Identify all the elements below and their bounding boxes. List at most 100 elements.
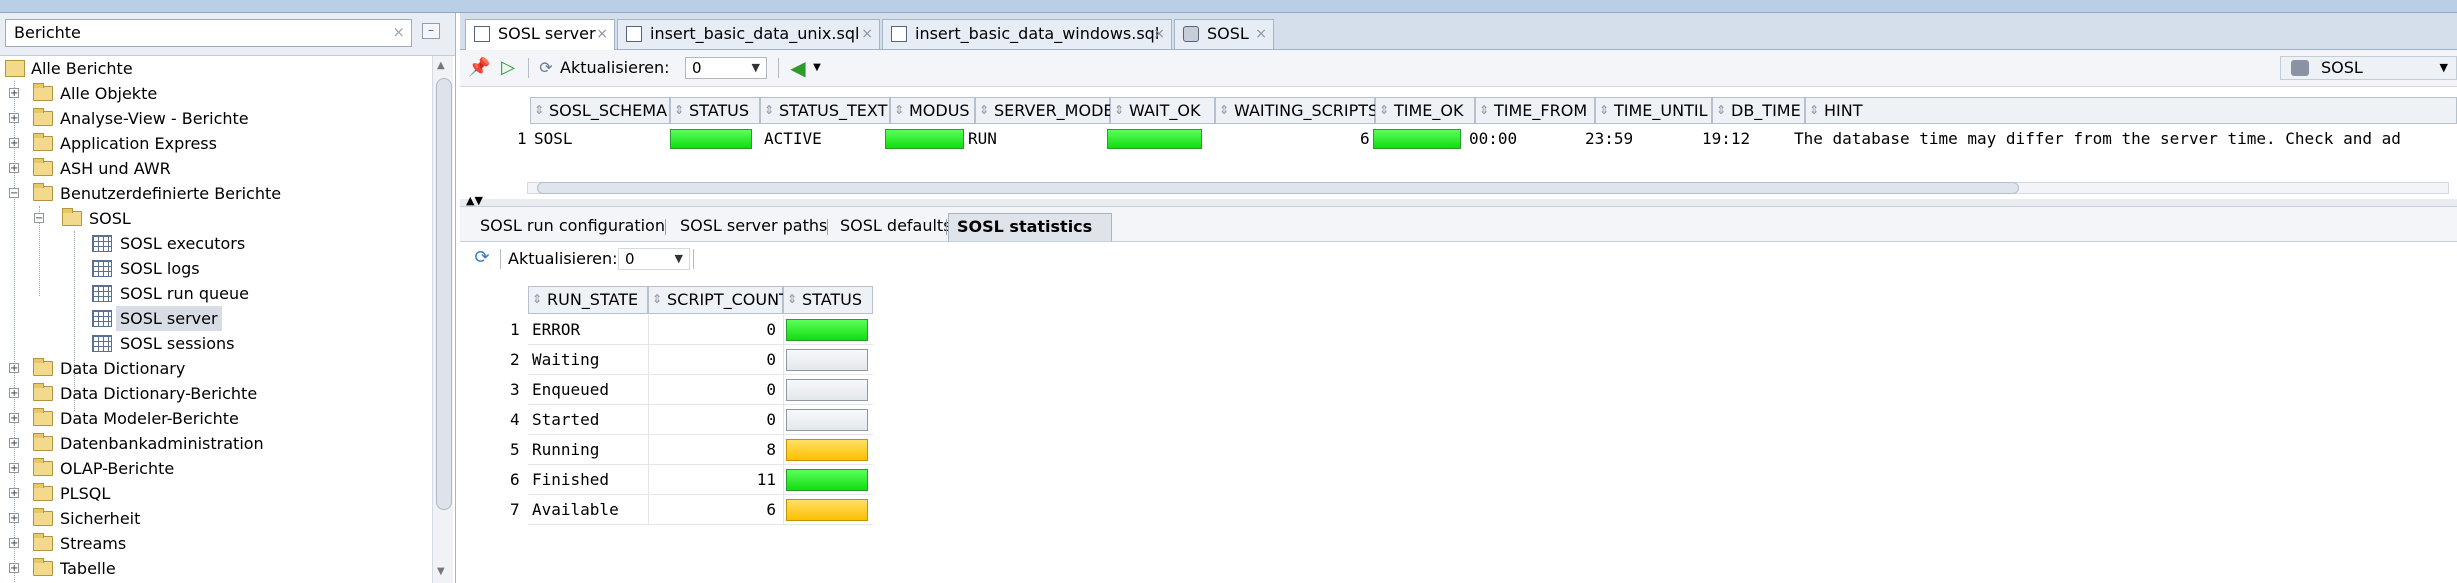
column-header[interactable]: STATUS_TEXT: [760, 97, 890, 124]
close-icon[interactable]: ×: [596, 20, 608, 48]
cell-script-count[interactable]: 0: [648, 375, 776, 405]
column-header[interactable]: WAITING_SCRIPTS: [1215, 97, 1378, 124]
tree-item-data-dictionary[interactable]: + Data Dictionary: [0, 356, 430, 381]
tree-item-plsql[interactable]: + PLSQL: [0, 481, 430, 506]
back-arrow-icon[interactable]: ◀: [788, 58, 808, 78]
cell-time-until[interactable]: 23:59: [1585, 126, 1633, 152]
cell-server-mode[interactable]: RUN: [968, 126, 997, 152]
cell-script-count[interactable]: 0: [648, 315, 776, 345]
tree-vertical-scrollbar[interactable]: ▲ ▼: [432, 56, 453, 583]
tree-item-benutzerdefinierte-berichte[interactable]: − Benutzerdefinierte Berichte: [0, 181, 430, 206]
cell-run-state[interactable]: Waiting: [532, 345, 599, 375]
scroll-up-icon[interactable]: ▲: [437, 60, 445, 71]
cell-script-count[interactable]: 11: [648, 465, 776, 495]
cell-waiting-scripts[interactable]: 6: [1360, 126, 1370, 152]
column-header[interactable]: TIME_UNTIL: [1595, 97, 1712, 124]
refresh-icon[interactable]: ⟳: [472, 248, 492, 268]
tree-item-sosl-folder[interactable]: − SOSL: [0, 206, 430, 231]
tab-sosl-connection[interactable]: SOSL ×: [1174, 19, 1274, 49]
tree-item-streams[interactable]: + Streams: [0, 531, 430, 556]
cell-run-state[interactable]: Enqueued: [532, 375, 609, 405]
tab-sosl-server[interactable]: SOSL server ×: [465, 19, 615, 50]
tree-item-sosl-sessions[interactable]: SOSL sessions: [0, 331, 430, 356]
tree-item-sicherheit[interactable]: + Sicherheit: [0, 506, 430, 531]
tree-item-data-modeler[interactable]: + Data Modeler-Berichte: [0, 406, 430, 431]
expand-icon[interactable]: +: [9, 488, 19, 499]
column-header[interactable]: DB_TIME: [1712, 97, 1805, 124]
cell-sosl-schema[interactable]: SOSL: [534, 126, 573, 152]
column-header[interactable]: MODUS: [890, 97, 975, 124]
minimize-icon[interactable]: –: [422, 23, 440, 39]
tab-insert-basic-data-unix[interactable]: insert_basic_data_unix.sql ×: [617, 19, 880, 49]
cell-db-time[interactable]: 19:12: [1702, 126, 1750, 152]
pin-icon[interactable]: 📌: [468, 58, 490, 78]
close-icon[interactable]: ×: [861, 20, 873, 48]
expand-icon[interactable]: +: [9, 88, 19, 99]
expand-icon[interactable]: +: [9, 538, 19, 549]
cell-run-state[interactable]: ERROR: [532, 315, 580, 345]
expand-icon[interactable]: +: [9, 363, 19, 374]
cell-status-text[interactable]: ACTIVE: [764, 126, 822, 152]
expand-icon[interactable]: +: [9, 163, 19, 174]
tree-item-ash-awr[interactable]: + ASH und AWR: [0, 156, 430, 181]
column-header[interactable]: RUN_STATE: [528, 286, 648, 314]
column-header[interactable]: SERVER_MODE: [975, 97, 1114, 124]
refresh-interval-select[interactable]: 0 ▼: [618, 248, 690, 270]
column-header[interactable]: WAIT_OK: [1110, 97, 1215, 124]
tree-item-sosl-logs[interactable]: SOSL logs: [0, 256, 430, 281]
reports-panel-title-field[interactable]: Berichte ×: [5, 19, 412, 47]
expand-icon[interactable]: +: [9, 138, 19, 149]
tree-item-datenbankadministration[interactable]: + Datenbankadministration: [0, 431, 430, 456]
column-header[interactable]: STATUS: [670, 97, 760, 124]
column-header[interactable]: HINT: [1805, 97, 2457, 124]
tree-item-analyse-view[interactable]: + Analyse-View - Berichte: [0, 106, 430, 131]
expand-icon[interactable]: +: [9, 388, 19, 399]
expand-icon[interactable]: +: [9, 413, 19, 424]
tree-item-olap-berichte[interactable]: + OLAP-Berichte: [0, 456, 430, 481]
tree-item-sosl-executors[interactable]: SOSL executors: [0, 231, 430, 256]
close-icon[interactable]: ×: [1255, 20, 1267, 48]
expand-icon[interactable]: +: [9, 463, 19, 474]
expand-icon[interactable]: +: [9, 513, 19, 524]
scrollbar-thumb[interactable]: [537, 182, 2019, 194]
tab-sosl-defaults[interactable]: SOSL defaults: [840, 213, 952, 241]
cell-run-state[interactable]: Available: [532, 495, 619, 525]
expand-icon[interactable]: +: [9, 563, 19, 574]
cell-script-count[interactable]: 0: [648, 405, 776, 435]
connection-select[interactable]: SOSL ▼: [2280, 56, 2457, 80]
tab-sosl-server-paths[interactable]: SOSL server paths: [680, 213, 827, 241]
column-header[interactable]: STATUS: [783, 286, 873, 314]
cell-script-count[interactable]: 8: [648, 435, 776, 465]
cell-time-from[interactable]: 00:00: [1469, 126, 1517, 152]
tree-item-alle-berichte[interactable]: Alle Berichte: [0, 56, 430, 81]
tree-item-alle-objekte[interactable]: + Alle Objekte: [0, 81, 430, 106]
cell-run-state[interactable]: Running: [532, 435, 599, 465]
run-icon[interactable]: ▷: [498, 58, 518, 78]
chevron-down-icon[interactable]: ▼: [807, 58, 827, 78]
tab-sosl-statistics[interactable]: SOSL statistics: [948, 213, 1112, 241]
cell-run-state[interactable]: Started: [532, 405, 599, 435]
column-header[interactable]: SCRIPT_COUNT: [648, 286, 789, 314]
tree-item-sosl-server[interactable]: SOSL server: [0, 306, 430, 331]
cell-script-count[interactable]: 6: [648, 495, 776, 525]
scroll-down-icon[interactable]: ▼: [437, 566, 445, 577]
column-header[interactable]: TIME_FROM: [1475, 97, 1595, 124]
grid-horizontal-scrollbar[interactable]: [527, 180, 2457, 194]
tab-insert-basic-data-windows[interactable]: insert_basic_data_windows.sql ×: [882, 19, 1172, 49]
tab-sosl-run-configuration[interactable]: SOSL run configuration: [480, 213, 665, 241]
column-header[interactable]: SOSL_SCHEMA: [530, 97, 670, 124]
tree-item-data-dictionary-berichte[interactable]: + Data Dictionary-Berichte: [0, 381, 430, 406]
splitter-arrows-icon[interactable]: ▲▼: [466, 194, 483, 207]
column-header[interactable]: TIME_OK: [1375, 97, 1475, 124]
cell-run-state[interactable]: Finished: [532, 465, 609, 495]
tree-item-sosl-run-queue[interactable]: SOSL run queue: [0, 281, 430, 306]
close-icon[interactable]: ×: [1153, 20, 1165, 48]
scrollbar-thumb[interactable]: [436, 78, 452, 510]
tree-item-application-express[interactable]: + Application Express: [0, 131, 430, 156]
expand-icon[interactable]: +: [9, 438, 19, 449]
cell-hint[interactable]: The database time may differ from the se…: [1794, 126, 2401, 152]
collapse-icon[interactable]: −: [34, 213, 44, 224]
cell-script-count[interactable]: 0: [648, 345, 776, 375]
tree-item-tabelle[interactable]: + Tabelle: [0, 556, 430, 581]
expand-icon[interactable]: +: [9, 113, 19, 124]
